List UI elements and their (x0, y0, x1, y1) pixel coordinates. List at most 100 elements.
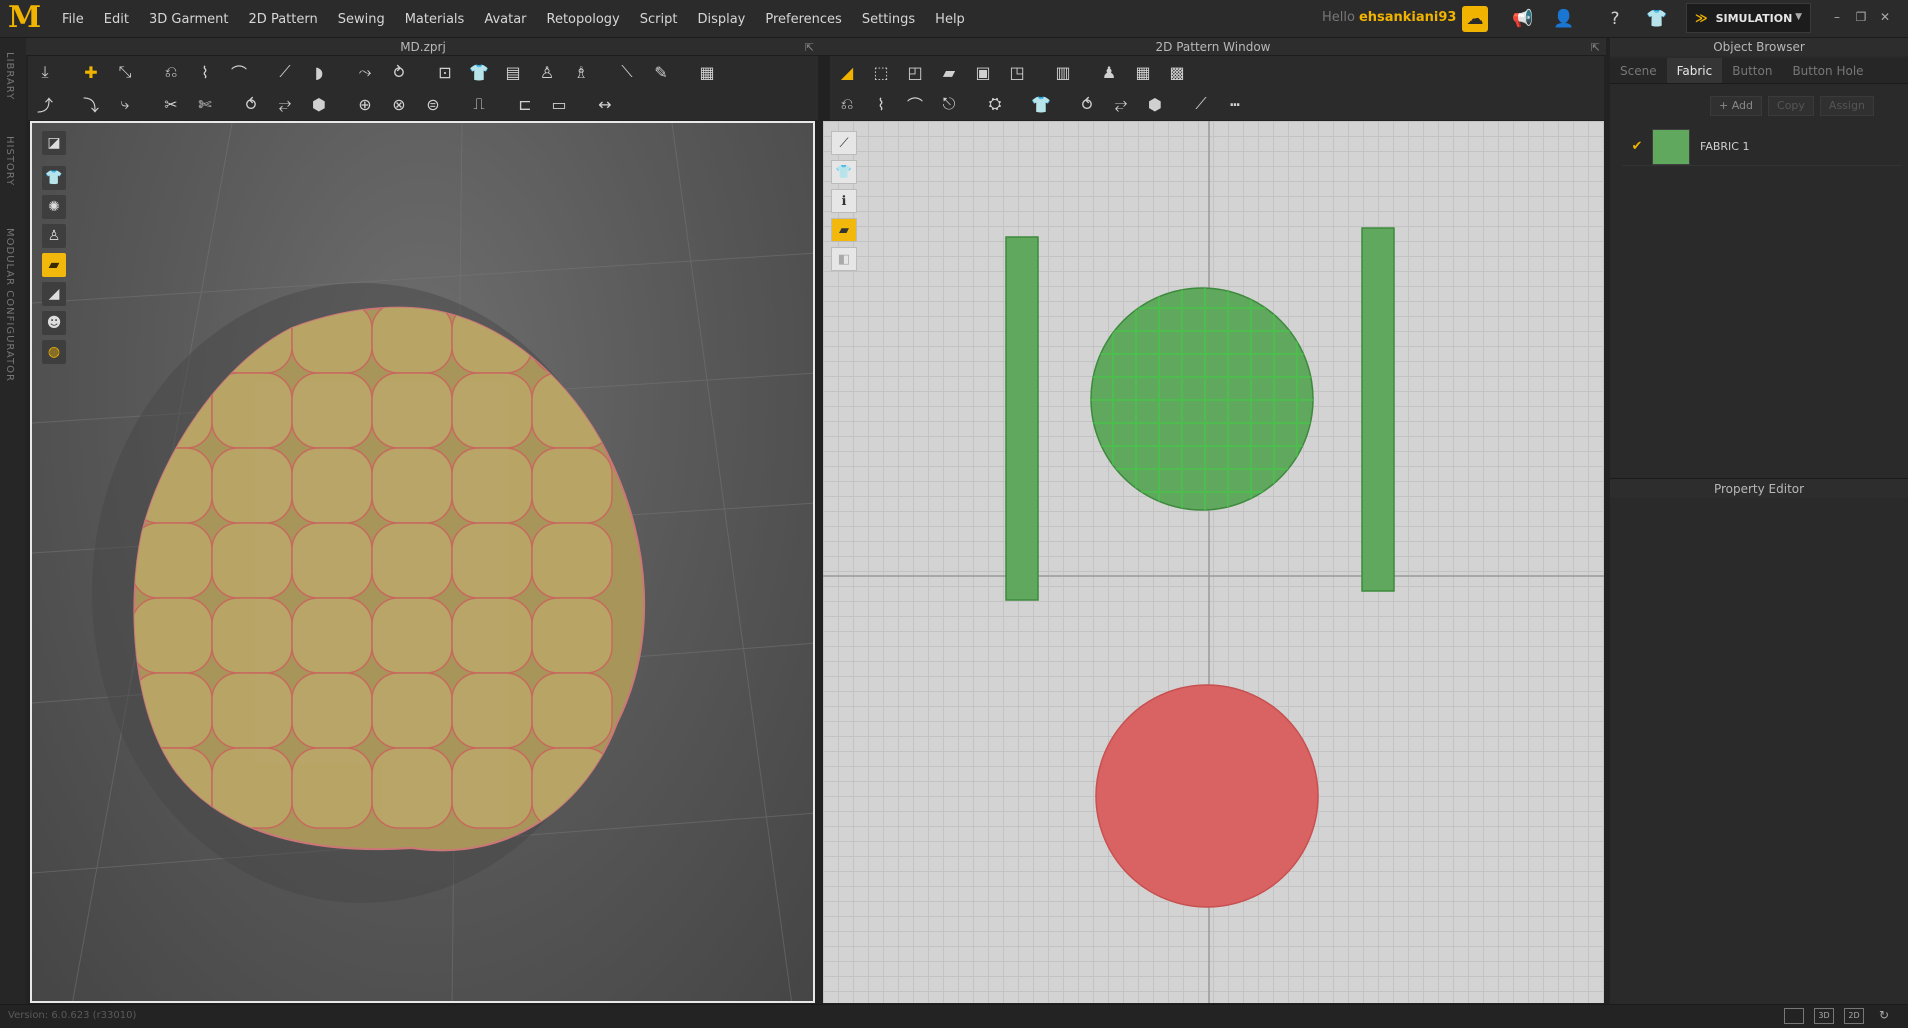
cloud-icon[interactable]: ☁ (1462, 6, 1488, 32)
menu-script[interactable]: Script (630, 12, 688, 27)
pattern-line-icon[interactable]: ⟋ (831, 131, 857, 155)
tab-modular-configurator[interactable]: MODULAR CONFIGURATOR (4, 228, 15, 382)
transform-pattern-icon[interactable]: ⬚ (864, 58, 898, 86)
flip-icon[interactable]: ↔ (588, 90, 622, 118)
edit-point-icon[interactable]: ◰ (898, 58, 932, 86)
button-icon[interactable]: ⊕ (348, 90, 382, 118)
pleats-icon[interactable]: ▥ (1046, 58, 1080, 86)
menu-settings[interactable]: Settings (852, 12, 925, 27)
polygon-icon[interactable]: ▰ (932, 58, 966, 86)
seam-icon[interactable]: ⤵ (74, 90, 108, 118)
username[interactable]: ehsankiani93 (1359, 10, 1457, 25)
close-button[interactable]: ✕ (1876, 10, 1894, 28)
layout-2d-button[interactable]: 2D (1844, 1008, 1864, 1024)
pin-icon[interactable]: ⟋ (268, 58, 302, 86)
fabric-render-icon[interactable]: ▰ (42, 253, 66, 277)
zipper-icon[interactable]: ⊜ (416, 90, 450, 118)
shading-icon[interactable]: ◢ (42, 282, 66, 306)
user-icon[interactable]: 👤 (1551, 6, 1577, 32)
select-mesh-icon[interactable]: ⤡ (108, 58, 142, 86)
assign-fabric-button[interactable]: Assign (1819, 96, 1874, 116)
refresh-icon[interactable]: ↻ (1874, 1008, 1894, 1024)
shirt-icon[interactable]: 👕 (462, 58, 496, 86)
fold-icon[interactable]: ◗ (302, 58, 336, 86)
viewport-3d[interactable]: ◪ 👕 ✺ ♙ ▰ ◢ ☻ ◍ (30, 121, 815, 1003)
dashed-line-icon[interactable]: ┅ (1218, 90, 1252, 118)
tape-icon[interactable]: ⎍ (462, 90, 496, 118)
tab-library[interactable]: LIBRARY (4, 52, 15, 100)
layout-split-icon[interactable] (1784, 1008, 1804, 1024)
grain-icon[interactable]: ▦ (1126, 58, 1160, 86)
popout-icon[interactable]: ⇱ (805, 39, 814, 57)
quilt-2d-icon[interactable]: ⬢ (1138, 90, 1172, 118)
copy-fabric-button[interactable]: Copy (1768, 96, 1814, 116)
menu-materials[interactable]: Materials (395, 12, 475, 27)
select-move-icon[interactable]: ✚ (74, 58, 108, 86)
internal-shape-icon[interactable]: ◳ (1000, 58, 1034, 86)
sew-free-icon[interactable]: ⌇ (188, 58, 222, 86)
announcement-icon[interactable]: 📢 (1510, 6, 1536, 32)
transform-tool-icon[interactable]: ⤓ (28, 58, 62, 86)
menu-file[interactable]: File (52, 12, 94, 27)
measure-icon[interactable]: ⊏ (508, 90, 542, 118)
pattern-view-icon[interactable]: 👕 (831, 160, 857, 184)
viewport-2d[interactable]: ⟋ 👕 ℹ ▰ ◧ (823, 121, 1604, 1003)
fabric-texture-icon[interactable]: ▰ (831, 218, 857, 242)
ruler-icon[interactable]: ▭ (542, 90, 576, 118)
sew-check-icon[interactable]: ⎋ (932, 90, 966, 118)
fit-icon[interactable]: ⊡ (428, 58, 462, 86)
menu-help[interactable]: Help (925, 12, 975, 27)
avatar-display-icon[interactable]: ♙ (42, 224, 66, 248)
segment-sew-icon[interactable]: ⎌ (830, 90, 864, 118)
shirring-icon[interactable]: ⥂ (268, 90, 302, 118)
garment-icon[interactable]: 👕 (1644, 6, 1670, 32)
simulation-mode-dropdown[interactable]: ≫ SIMULATION ▼ (1686, 3, 1811, 33)
view-cube-icon[interactable]: ◪ (42, 131, 66, 155)
tack-icon[interactable]: ⤳ (348, 58, 382, 86)
app-logo[interactable]: M (8, 2, 41, 34)
restore-button[interactable]: ❐ (1852, 10, 1870, 28)
pattern-grid-icon[interactable]: ▩ (1160, 58, 1194, 86)
pen-icon[interactable]: ✎ (644, 58, 678, 86)
menu-display[interactable]: Display (687, 12, 755, 27)
menu-edit[interactable]: Edit (94, 12, 139, 27)
menu-avatar[interactable]: Avatar (474, 12, 536, 27)
grid-icon[interactable]: ▦ (690, 58, 724, 86)
seam-free-icon[interactable]: ⤷ (108, 90, 142, 118)
line-tool-icon[interactable]: ⟍ (610, 58, 644, 86)
fabric-list-item[interactable]: ✔ FABRIC 1 (1622, 128, 1902, 166)
buttonhole-icon[interactable]: ⊗ (382, 90, 416, 118)
trace-icon[interactable]: ✄ (188, 90, 222, 118)
puckering-2d-icon[interactable]: ⥀ (1070, 90, 1104, 118)
pattern-piece-bottom-circle[interactable] (1095, 684, 1319, 908)
tab-button-hole[interactable]: Button Hole (1782, 58, 1873, 83)
texture-display-icon[interactable]: ✺ (42, 195, 66, 219)
pattern-piece-right-strip[interactable] (1361, 227, 1395, 592)
run-icon[interactable]: ⤴ (28, 90, 62, 118)
tab-history[interactable]: HISTORY (4, 136, 15, 186)
garment-fit-icon[interactable]: 👕 (1024, 90, 1058, 118)
menu-retopology[interactable]: Retopology (537, 12, 630, 27)
environment-icon[interactable]: ◍ (42, 340, 66, 364)
pattern-piece-top-circle[interactable] (1090, 287, 1314, 511)
add-fabric-button[interactable]: + Add (1710, 96, 1763, 116)
pants-icon[interactable]: ▤ (496, 58, 530, 86)
pattern-piece-left-strip[interactable] (1005, 236, 1039, 601)
edit-pattern-icon[interactable]: ◢ (830, 58, 864, 86)
arrangement-icon[interactable]: ♟ (1092, 58, 1126, 86)
tab-scene[interactable]: Scene (1610, 58, 1667, 83)
avatar-measure-icon[interactable]: ♗ (564, 58, 598, 86)
tack-free-icon[interactable]: ⥁ (382, 58, 416, 86)
sew-segment-icon[interactable]: ⎌ (154, 58, 188, 86)
quilt-icon[interactable]: ⬢ (302, 90, 336, 118)
tab-fabric[interactable]: Fabric (1666, 58, 1723, 83)
topstitch-icon[interactable]: ⟋ (1184, 90, 1218, 118)
menu-sewing[interactable]: Sewing (328, 12, 395, 27)
minimize-button[interactable]: – (1828, 10, 1846, 28)
rectangle-icon[interactable]: ▣ (966, 58, 1000, 86)
menu-2d-pattern[interactable]: 2D Pattern (239, 12, 328, 27)
shirring-2d-icon[interactable]: ⥂ (1104, 90, 1138, 118)
popout-icon[interactable]: ⇱ (1591, 39, 1600, 57)
cut-icon[interactable]: ✂ (154, 90, 188, 118)
multi-sew-icon[interactable]: ⌒ (898, 90, 932, 118)
